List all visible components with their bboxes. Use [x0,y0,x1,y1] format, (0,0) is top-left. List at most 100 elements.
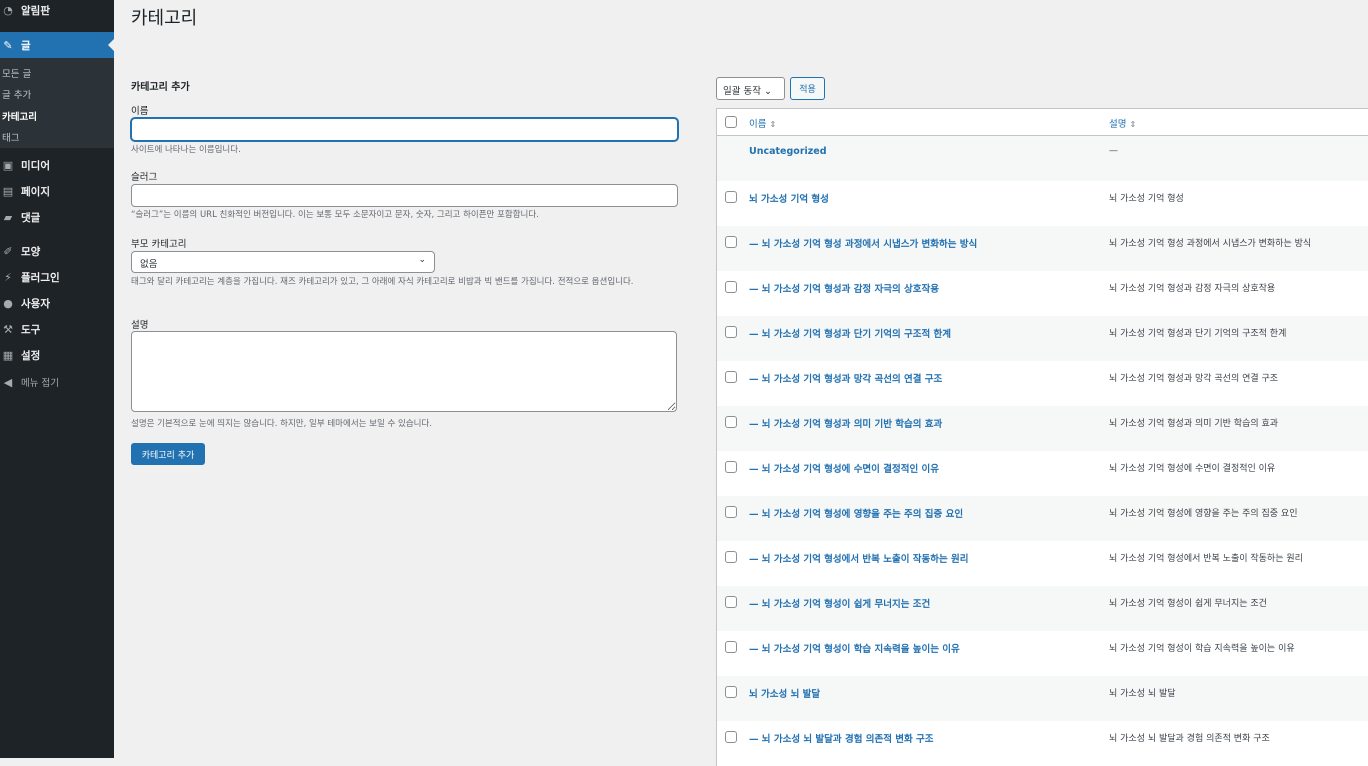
submenu-tags[interactable]: 태그 [2,130,19,144]
pin-icon: ✎ [3,38,13,52]
table-row: 뇌 가소성 기억 형성 뇌 가소성 기억 형성 [717,181,1368,226]
category-name-link[interactable]: — 뇌 가소성 기억 형성이 학습 지속력을 높이는 이유 [749,641,960,655]
slug-help: “슬러그”는 이름의 URL 친화적인 버전입니다. 이는 보통 모두 소문자이… [131,210,539,220]
page-title: 카테고리 [131,8,198,29]
row-checkbox[interactable] [725,551,737,563]
category-name-link[interactable]: — 뇌 가소성 기억 형성과 의미 기반 학습의 효과 [749,416,942,430]
menu-tools[interactable]: ⚒ 도구 [0,316,114,342]
settings-icon: ▦ [2,348,14,362]
description-help: 설명은 기본적으로 눈에 띄지는 않습니다. 하지만, 일부 테마에서는 보일 … [131,419,433,429]
parent-help: 태그와 달리 카테고리는 계층을 가집니다. 재즈 카테고리가 있고, 그 아래… [131,277,634,287]
description-textarea[interactable] [131,331,677,412]
category-name-link[interactable]: — 뇌 가소성 기억 형성이 쉽게 무너지는 조건 [749,596,930,610]
menu-posts[interactable]: ✎ 글 [0,32,114,58]
category-name-link[interactable]: — 뇌 가소성 기억 형성 과정에서 시냅스가 변화하는 방식 [749,236,977,250]
menu-media[interactable]: ▣ 미디어 [0,152,114,178]
category-name-link[interactable]: — 뇌 가소성 기억 형성에 영향을 주는 주의 집중 요인 [749,506,963,520]
category-description: 뇌 가소성 기억 형성 과정에서 시냅스가 변화하는 방식 [1109,239,1312,249]
name-help: 사이트에 나타나는 이름입니다. [131,145,241,155]
chevron-down-icon: ⌄ [418,255,426,265]
row-checkbox[interactable] [725,506,737,518]
category-name-link[interactable]: — 뇌 가소성 뇌 발달과 경험 의존적 변화 구조 [749,731,934,745]
name-input[interactable] [131,118,678,141]
category-name-link[interactable]: — 뇌 가소성 기억 형성에서 반복 노출이 작동하는 원리 [749,551,969,565]
wrench-icon: ⚒ [3,322,13,336]
category-name-link[interactable]: — 뇌 가소성 기억 형성과 망각 곡선의 연결 구조 [749,371,942,385]
submenu-categories[interactable]: 카테고리 [2,109,37,123]
menu-users[interactable]: ● 사용자 [0,290,114,316]
plugin-icon: ⚡ [4,270,12,284]
table-row: — 뇌 가소성 기억 형성 과정에서 시냅스가 변화하는 방식 뇌 가소성 기억 … [717,226,1368,271]
brush-icon: ✐ [3,244,13,258]
slug-input[interactable] [131,184,678,207]
category-name-link[interactable]: 뇌 가소성 뇌 발달 [749,686,820,700]
menu-appearance[interactable]: ✐ 모양 [0,238,114,264]
add-category-button[interactable]: 카테고리 추가 [131,443,205,465]
row-checkbox[interactable] [725,731,737,743]
submenu-all-posts[interactable]: 모든 글 [2,66,31,80]
row-checkbox[interactable] [725,236,737,248]
category-description: 뇌 가소성 기억 형성에 영향을 주는 주의 집중 요인 [1109,509,1298,519]
category-description: 뇌 가소성 기억 형성이 학습 지속력을 높이는 이유 [1109,644,1295,654]
row-checkbox[interactable] [725,596,737,608]
column-description-header[interactable]: 설명 ⇕ [1109,116,1136,130]
table-row: — 뇌 가소성 기억 형성에 영향을 주는 주의 집중 요인 뇌 가소성 기억 형… [717,496,1368,541]
user-icon: ● [3,296,13,310]
row-checkbox[interactable] [725,191,737,203]
add-category-heading: 카테고리 추가 [131,82,190,93]
collapse-menu-button[interactable]: ◀ 메뉴 접기 [0,369,114,395]
category-description: — [1109,146,1118,156]
category-name-link[interactable]: — 뇌 가소성 기억 형성에 수면이 결정적인 이유 [749,461,939,475]
chevron-down-icon: ⌄ [764,86,772,97]
menu-plugins[interactable]: ⚡ 플러그인 [0,264,114,290]
row-checkbox[interactable] [725,461,737,473]
menu-settings[interactable]: ▦ 설정 [0,342,114,368]
category-name-link[interactable]: Uncategorized [749,146,827,157]
table-header: 이름 ⇕ 설명 ⇕ [717,109,1368,136]
row-checkbox[interactable] [725,416,737,428]
menu-dashboard[interactable]: ◔ 알림판 [0,0,114,23]
row-checkbox[interactable] [725,641,737,653]
category-description: 뇌 가소성 기억 형성과 감정 자극의 상호작용 [1109,284,1276,294]
pages-icon: ▤ [2,184,14,198]
parent-category-select[interactable]: 없음 ⌄ [131,251,435,273]
select-all-checkbox[interactable] [725,116,737,128]
sort-icon: ⇕ [1129,120,1137,129]
sort-icon: ⇕ [769,120,777,129]
category-description: 뇌 가소성 기억 형성에 수면이 결정적인 이유 [1109,464,1276,474]
slug-label: 슬러그 [131,172,158,183]
category-name-link[interactable]: 뇌 가소성 기억 형성 [749,191,829,205]
bulk-action-select[interactable]: 일괄 동작 ⌄ [716,77,785,100]
description-label: 설명 [131,320,149,331]
posts-submenu: 모든 글 글 추가 카테고리 태그 [0,58,114,148]
row-checkbox[interactable] [725,686,737,698]
apply-button[interactable]: 적용 [790,77,825,100]
table-row: — 뇌 가소성 뇌 발달과 경험 의존적 변화 구조 뇌 가소성 뇌 발달과 경험… [717,721,1368,766]
table-row: — 뇌 가소성 기억 형성에서 반복 노출이 작동하는 원리 뇌 가소성 기억 형… [717,541,1368,586]
name-label: 이름 [131,106,149,117]
row-checkbox[interactable] [725,371,737,383]
column-name-header[interactable]: 이름 ⇕ [749,116,776,130]
dashboard-icon: ◔ [3,3,13,17]
category-description: 뇌 가소성 기억 형성과 의미 기반 학습의 효과 [1109,419,1279,429]
category-description: 뇌 가소성 기억 형성과 단기 기억의 구조적 한계 [1109,329,1287,339]
table-row: Uncategorized — [717,136,1368,181]
categories-table: 이름 ⇕ 설명 ⇕ Uncategorized — 뇌 가소성 기억 형성 뇌 가소성 기… [716,108,1368,766]
table-row: — 뇌 가소성 기억 형성과 감정 자극의 상호작용 뇌 가소성 기억 형성과 감… [717,271,1368,316]
table-row: — 뇌 가소성 기억 형성이 쉽게 무너지는 조건 뇌 가소성 기억 형성이 쉽게… [717,586,1368,631]
table-row: — 뇌 가소성 기억 형성과 의미 기반 학습의 효과 뇌 가소성 기억 형성과 … [717,406,1368,451]
table-row: — 뇌 가소성 기억 형성이 학습 지속력을 높이는 이유 뇌 가소성 기억 형성… [717,631,1368,676]
admin-sidebar: ◔ 알림판 ✎ 글 모든 글 글 추가 카테고리 태그 ▣ 미디어 ▤ 페이지 ▰ 댓글 … [0,0,114,758]
collapse-icon: ◀ [3,375,13,389]
menu-pages[interactable]: ▤ 페이지 [0,178,114,204]
row-checkbox[interactable] [725,281,737,293]
menu-comments[interactable]: ▰ 댓글 [0,204,114,230]
media-icon: ▣ [2,158,14,172]
category-name-link[interactable]: — 뇌 가소성 기억 형성과 감정 자극의 상호작용 [749,281,939,295]
category-description: 뇌 가소성 기억 형성이 쉽게 무너지는 조건 [1109,599,1267,609]
row-checkbox[interactable] [725,326,737,338]
submenu-add-post[interactable]: 글 추가 [2,87,31,101]
category-description: 뇌 가소성 기억 형성에서 반복 노출이 작동하는 원리 [1109,554,1303,564]
table-row: 뇌 가소성 뇌 발달 뇌 가소성 뇌 발달 [717,676,1368,721]
category-name-link[interactable]: — 뇌 가소성 기억 형성과 단기 기억의 구조적 한계 [749,326,951,340]
